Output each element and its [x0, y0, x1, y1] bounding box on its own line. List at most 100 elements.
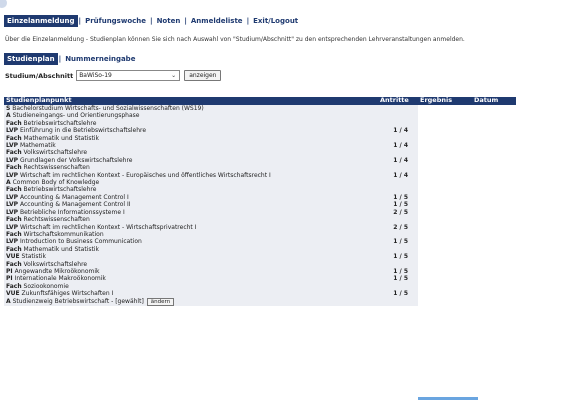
tab-studienplan[interactable]: Studienplan — [4, 53, 58, 65]
table-row[interactable]: Fach Volkswirtschaftslehre — [4, 260, 516, 268]
row-title[interactable]: Betriebswirtschaftslehre — [24, 120, 97, 127]
row-title[interactable]: Angewandte Mikroökonomik — [15, 268, 100, 275]
row-title[interactable]: Wirtschaft im rechtlichen Kontext - Wirt… — [20, 224, 196, 231]
table-row[interactable]: Fach Soziookonomie — [4, 282, 516, 291]
datum-cell — [472, 290, 516, 298]
table-row[interactable]: LVP Accounting & Management Control II 1 … — [4, 201, 516, 209]
row-title[interactable]: Bachelorstudium Wirtschafts- und Sozialw… — [12, 105, 203, 112]
row-title[interactable]: Studienzweig Betriebswirtschaft - [gewäh… — [13, 298, 144, 305]
antritte-cell: 1 / 5 — [378, 253, 418, 261]
tab-noten[interactable]: Noten — [154, 17, 184, 25]
row-level-tag: S — [6, 105, 11, 112]
aendern-button[interactable]: ändern — [146, 297, 175, 306]
row-title[interactable]: Wirtschaftskommunikation — [24, 231, 104, 238]
row-title[interactable]: Volkswirtschaftslehre — [24, 261, 88, 268]
table-row[interactable]: Fach Mathematik und Statistik — [4, 245, 516, 254]
table-row[interactable]: Fach Mathematik und Statistik — [4, 134, 516, 143]
row-title[interactable]: Wirtschaft im rechtlichen Kontext - Euro… — [20, 172, 271, 179]
table-row[interactable]: LVP Accounting & Management Control I1 /… — [4, 193, 516, 202]
row-title[interactable]: Mathematik und Statistik — [24, 135, 99, 142]
table-row[interactable]: LVP Grundlagen der Volkswirtschaftslehre… — [4, 156, 516, 165]
table-row[interactable]: LVP Wirtschaft im rechtlichen Kontext - … — [4, 223, 516, 231]
table-row[interactable]: A Studieneingangs- und Orientierungsphas… — [4, 112, 516, 120]
row-title[interactable]: Common Body of Knowledge — [13, 179, 100, 186]
table-row[interactable]: A Studienzweig Betriebswirtschaft - [gew… — [4, 297, 516, 306]
table-row[interactable]: LVP Mathematik 1 / 4 — [4, 142, 516, 150]
row-title[interactable]: Einführung in die Betriebswirtschaftsleh… — [20, 127, 146, 134]
row-level-tag: Fach — [6, 230, 22, 238]
col-header-studienplanpunkt: Studienplanpunkt — [4, 97, 378, 105]
row-title[interactable]: Soziookonomie — [24, 283, 69, 290]
datum-cell — [472, 105, 516, 113]
tab-einzelanmeldung[interactable]: Einzelanmeldung — [4, 15, 78, 27]
table-row[interactable]: Fach Volkswirtschaftslehre — [4, 149, 516, 157]
antritte-cell — [378, 119, 418, 128]
row-title[interactable]: Betriebswirtschaftslehre — [24, 186, 97, 193]
row-title[interactable]: Mathematik und Statistik — [24, 246, 99, 253]
row-label-cell: LVP Introduction to Business Communicati… — [4, 238, 378, 246]
datum-cell — [472, 171, 516, 180]
row-level-tag: LVP — [6, 223, 19, 231]
row-label-cell: LVP Wirtschaft im rechtlichen Kontext - … — [4, 223, 378, 231]
row-title[interactable]: Accounting & Management Control II — [20, 201, 131, 208]
row-level-tag: Fach — [6, 282, 22, 290]
intro-text: Über die Einzelanmeldung - Studienplan k… — [5, 36, 465, 43]
row-title[interactable]: Internationale Makroökonomik — [15, 275, 106, 282]
row-title[interactable]: Zukunftsfähiges Wirtschaften I — [22, 290, 114, 297]
antritte-cell: 1 / 5 — [378, 267, 418, 276]
table-row[interactable]: A Common Body of Knowledge — [4, 179, 516, 187]
row-title[interactable]: Studieneingangs- und Orientierungsphase — [13, 112, 140, 119]
table-row[interactable]: Fach Rechtswissenschaften — [4, 216, 516, 224]
anzeigen-button[interactable]: anzeigen — [184, 70, 222, 81]
table-row[interactable]: Fach Betriebswirtschaftslehre — [4, 186, 516, 194]
datum-cell — [472, 127, 516, 135]
datum-cell — [472, 156, 516, 165]
table-row[interactable]: VUE Zukunftsfähiges Wirtschaften I1 / 5 — [4, 290, 516, 298]
table-row[interactable]: LVP Wirtschaft im rechtlichen Kontext - … — [4, 171, 516, 180]
tab-pruefungswoche[interactable]: Prüfungswoche — [82, 17, 149, 25]
row-label-cell: Fach Rechtswissenschaften — [4, 164, 378, 172]
tab-exit-logout[interactable]: Exit/Logout — [250, 17, 301, 25]
table-row[interactable]: LVP Introduction to Business Communicati… — [4, 238, 516, 246]
tab-anmeldeliste[interactable]: Anmeldeliste — [188, 17, 246, 25]
row-title[interactable]: Accounting & Management Control I — [20, 194, 129, 201]
ergebnis-cell — [418, 127, 472, 135]
row-title[interactable]: Introduction to Business Communication — [20, 238, 142, 245]
row-title[interactable]: Rechtswissenschaften — [24, 216, 90, 223]
antritte-cell: 2 / 5 — [378, 208, 418, 217]
row-title[interactable]: Mathematik — [20, 142, 56, 149]
row-level-tag: LVP — [6, 208, 19, 216]
row-level-tag: Fach — [6, 260, 22, 268]
table-row[interactable]: Fach Betriebswirtschaftslehre — [4, 119, 516, 128]
row-level-tag: PI — [6, 275, 13, 283]
study-select[interactable]: BaWiSo-19 ⌄ — [76, 70, 181, 81]
antritte-cell: 1 / 4 — [378, 142, 418, 150]
table-row[interactable]: VUE Statistik 1 / 5 — [4, 253, 516, 261]
row-label-cell: S Bachelorstudium Wirtschafts- und Sozia… — [4, 105, 378, 113]
table-row[interactable]: PI Internationale Makroökonomik 1 / 5 — [4, 275, 516, 283]
row-level-tag: Fach — [6, 186, 22, 194]
table-row[interactable]: Fach Wirtschaftskommunikation — [4, 230, 516, 239]
ergebnis-cell — [418, 171, 472, 180]
antritte-cell — [378, 216, 418, 224]
table-row[interactable]: LVP Einführung in die Betriebswirtschaft… — [4, 127, 516, 135]
table-row[interactable]: LVP Betriebliche Informationssysteme I2 … — [4, 208, 516, 217]
table-row[interactable]: S Bachelorstudium Wirtschafts- und Sozia… — [4, 105, 516, 113]
antritte-cell — [378, 282, 418, 291]
antritte-cell: 2 / 5 — [378, 223, 418, 231]
row-level-tag: Fach — [6, 164, 22, 172]
row-title[interactable]: Grundlagen der Volkswirtschaftslehre — [20, 157, 133, 164]
tab-nummerneingabe[interactable]: Nummerneingabe — [62, 55, 138, 63]
table-row[interactable]: Fach Rechtswissenschaften — [4, 164, 516, 172]
col-header-ergebnis: Ergebnis — [418, 97, 472, 105]
row-label-cell: LVP Betriebliche Informationssysteme I — [4, 208, 378, 217]
antritte-cell — [378, 164, 418, 172]
ergebnis-cell — [418, 282, 472, 291]
row-title[interactable]: Volkswirtschaftslehre — [24, 149, 88, 156]
row-title[interactable]: Statistik — [22, 253, 46, 260]
row-title[interactable]: Betriebliche Informationssysteme I — [20, 209, 125, 216]
row-title[interactable]: Rechtswissenschaften — [24, 164, 90, 171]
antritte-cell — [378, 134, 418, 143]
table-row[interactable]: PI Angewandte Mikroökonomik 1 / 5 — [4, 267, 516, 276]
ergebnis-cell — [418, 208, 472, 217]
